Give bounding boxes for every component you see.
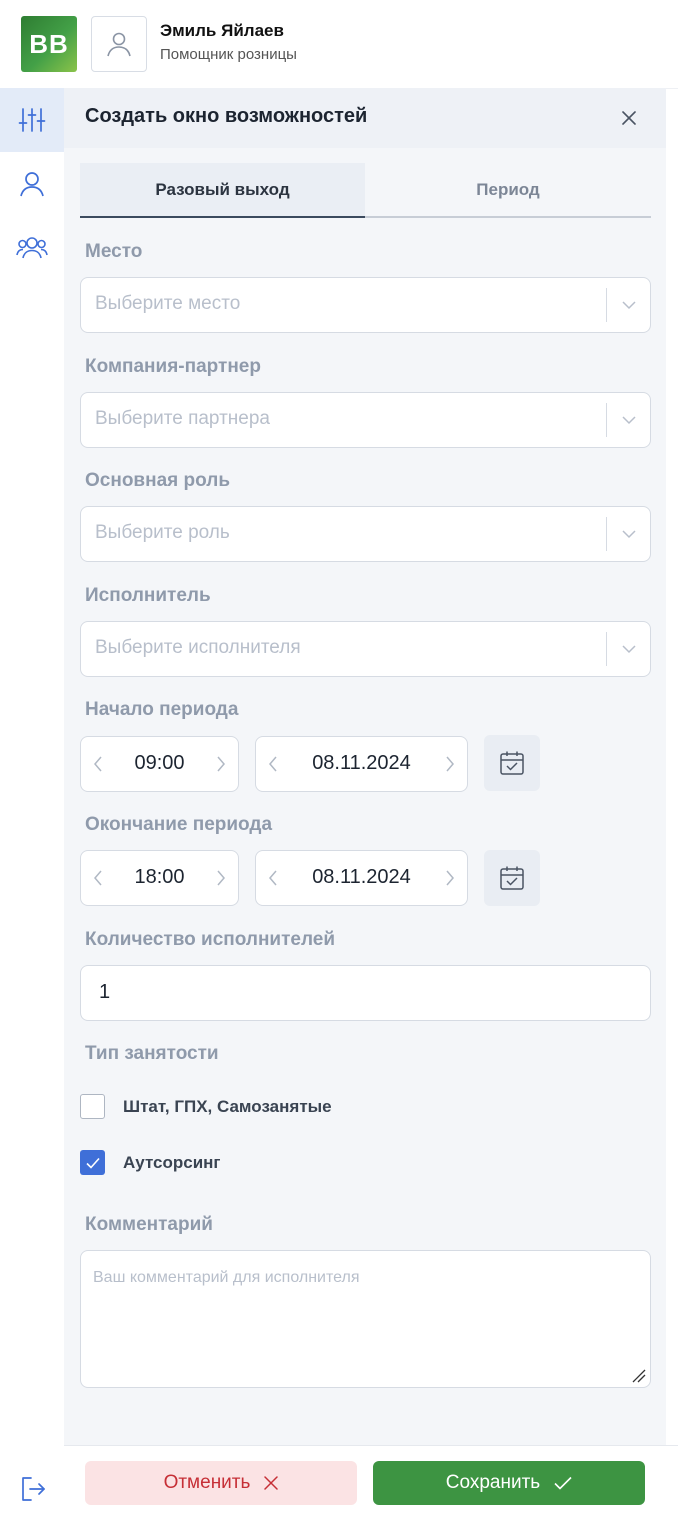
- place-placeholder: Выберите место: [95, 293, 241, 314]
- chevron-down-icon: [622, 301, 636, 310]
- users-group-icon: [16, 237, 48, 259]
- end-date-stepper[interactable]: 08.11.2024: [255, 850, 468, 906]
- tab-period[interactable]: Период: [365, 163, 651, 218]
- comment-placeholder: Ваш комментарий для исполнителя: [93, 1269, 360, 1286]
- checkmark-icon: [85, 1157, 100, 1169]
- chevron-right-icon[interactable]: [444, 869, 456, 887]
- select-separator: [606, 403, 607, 437]
- partner-placeholder: Выберите партнера: [95, 408, 270, 429]
- sidebar-item-profile[interactable]: [0, 152, 64, 216]
- tab-one-time[interactable]: Разовый выход: [80, 163, 365, 218]
- avatar[interactable]: [91, 16, 147, 72]
- close-icon: [264, 1476, 279, 1490]
- cancel-button-label: Отменить: [163, 1472, 251, 1493]
- user-avatar-icon: [107, 32, 131, 57]
- role-select[interactable]: Выберите роль: [80, 506, 651, 562]
- checkbox-outsourcing[interactable]: [80, 1150, 105, 1175]
- sidebar-item-filters[interactable]: [0, 88, 64, 152]
- logout-button[interactable]: [19, 1475, 47, 1503]
- checkbox-outsourcing-label[interactable]: Аутсорсинг: [123, 1153, 221, 1173]
- chevron-right-icon[interactable]: [215, 755, 227, 773]
- place-label: Место: [85, 241, 143, 262]
- close-icon: [622, 111, 636, 125]
- select-separator: [606, 288, 607, 322]
- executor-label: Исполнитель: [85, 585, 211, 606]
- resize-grip-icon[interactable]: [632, 1369, 646, 1383]
- start-time-stepper[interactable]: 09:00: [80, 736, 239, 792]
- logout-icon: [22, 1477, 45, 1501]
- panel-header: Создать окно возможностей: [64, 88, 666, 148]
- close-button[interactable]: [618, 107, 640, 129]
- role-placeholder: Выберите роль: [95, 522, 230, 543]
- app-header: BB Эмиль Яйлаев Помощник розницы: [0, 0, 678, 89]
- end-period-label: Окончание периода: [85, 814, 273, 835]
- chevron-down-icon: [622, 645, 636, 654]
- calendar-icon: [500, 866, 524, 890]
- role-label: Основная роль: [85, 470, 231, 491]
- end-time-stepper[interactable]: 18:00: [80, 850, 239, 906]
- start-calendar-button[interactable]: [484, 735, 540, 791]
- save-button[interactable]: Сохранить: [373, 1461, 645, 1505]
- executor-select[interactable]: Выберите исполнителя: [80, 621, 651, 677]
- calendar-icon: [500, 751, 524, 775]
- user-role: Помощник розницы: [160, 46, 297, 63]
- company-logo[interactable]: BB: [21, 16, 77, 72]
- page-title: Создать окно возможностей: [85, 105, 368, 127]
- comment-label: Комментарий: [85, 1214, 213, 1235]
- place-select[interactable]: Выберите место: [80, 277, 651, 333]
- chevron-right-icon[interactable]: [444, 755, 456, 773]
- start-date-stepper[interactable]: 08.11.2024: [255, 736, 468, 792]
- checkbox-staff-label[interactable]: Штат, ГПХ, Самозанятые: [123, 1097, 332, 1117]
- mode-tabs: Разовый выход Период: [80, 163, 651, 218]
- select-separator: [606, 632, 607, 666]
- partner-select[interactable]: Выберите партнера: [80, 392, 651, 448]
- executor-placeholder: Выберите исполнителя: [95, 637, 301, 658]
- partner-label: Компания-партнер: [85, 356, 261, 377]
- start-date-value: 08.11.2024: [312, 752, 411, 774]
- sidebar: [0, 88, 64, 1522]
- end-calendar-button[interactable]: [484, 850, 540, 906]
- checkbox-staff[interactable]: [80, 1094, 105, 1119]
- chevron-right-icon[interactable]: [215, 869, 227, 887]
- executors-count-value: 1: [99, 981, 111, 1003]
- chevron-down-icon: [622, 530, 636, 539]
- select-separator: [606, 517, 607, 551]
- start-period-label: Начало периода: [85, 699, 239, 720]
- checkmark-icon: [554, 1476, 572, 1490]
- executors-count-input[interactable]: 1: [80, 965, 651, 1021]
- sidebar-item-team[interactable]: [0, 216, 64, 280]
- end-date-value: 08.11.2024: [312, 866, 411, 888]
- save-button-label: Сохранить: [445, 1472, 541, 1493]
- action-footer: Отменить Сохранить: [64, 1445, 678, 1523]
- executors-count-label: Количество исполнителей: [85, 929, 336, 950]
- sliders-icon: [18, 108, 46, 132]
- employment-type-label: Тип занятости: [85, 1043, 219, 1064]
- cancel-button[interactable]: Отменить: [85, 1461, 357, 1505]
- create-window-panel: Создать окно возможностей Разовый выход …: [64, 88, 666, 1445]
- user-icon: [20, 172, 44, 197]
- user-name: Эмиль Яйлаев: [160, 21, 284, 40]
- comment-textarea[interactable]: Ваш комментарий для исполнителя: [80, 1250, 651, 1388]
- chevron-down-icon: [622, 416, 636, 425]
